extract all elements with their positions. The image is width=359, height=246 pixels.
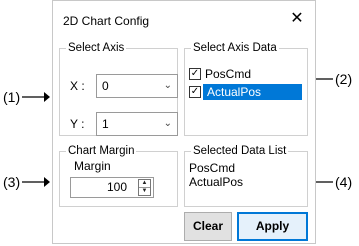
x-axis-row: X : 0 ⌄: [70, 74, 178, 98]
clear-button[interactable]: Clear: [184, 212, 232, 241]
chevron-down-icon: ⌄: [163, 118, 172, 129]
x-axis-value: 0: [102, 79, 109, 93]
callout-3: (3): [3, 174, 51, 190]
arrow-right-icon: [22, 92, 51, 102]
y-axis-value: 1: [102, 117, 109, 131]
axis-data-item-actualpos[interactable]: ✓ ActualPos: [189, 83, 302, 100]
x-axis-combo[interactable]: 0 ⌄: [96, 74, 178, 98]
x-axis-label: X :: [70, 79, 85, 93]
callout-1-label: (1): [3, 89, 21, 105]
axis-data-item-label: PosCmd: [205, 66, 252, 81]
y-axis-label: Y :: [70, 117, 85, 131]
selected-data-list-group: Selected Data List PosCmd ActualPos: [184, 145, 308, 207]
chart-margin-legend: Chart Margin: [68, 145, 135, 157]
data-list-item: ActualPos: [189, 175, 244, 189]
spin-up-icon[interactable]: ▲: [139, 180, 150, 188]
callout-2-label: (2): [335, 71, 353, 87]
apply-button[interactable]: Apply: [237, 212, 308, 241]
margin-stepper[interactable]: 100 ▲ ▼: [70, 177, 154, 198]
chevron-down-icon: ⌄: [163, 80, 172, 91]
margin-label: Margin: [74, 159, 111, 173]
select-axis-data-group: Select Axis Data ✓ PosCmd ✓ ActualPos: [184, 42, 308, 136]
select-axis-group: Select Axis X : 0 ⌄ Y : 1 ⌄: [59, 42, 178, 136]
callout-4-label: (4): [335, 174, 353, 190]
y-axis-row: Y : 1 ⌄: [70, 112, 178, 136]
callout-3-label: (3): [3, 174, 21, 190]
margin-value[interactable]: 100: [75, 178, 135, 197]
checkbox-checked-icon[interactable]: ✓: [189, 67, 201, 80]
selected-data-list-legend: Selected Data List: [193, 145, 287, 157]
axis-data-item-poscmd[interactable]: ✓ PosCmd: [189, 65, 253, 82]
select-axis-legend: Select Axis: [68, 42, 125, 54]
close-icon: ✕: [290, 10, 304, 27]
spin-down-icon[interactable]: ▼: [139, 188, 150, 195]
chart-margin-group: Chart Margin Margin 100 ▲ ▼: [59, 145, 178, 207]
arrow-right-icon: [22, 177, 51, 187]
chart-config-dialog: 2D Chart Config ✕ Select Axis X : 0 ⌄ Y …: [52, 0, 316, 244]
axis-data-item-label: ActualPos: [203, 83, 302, 100]
y-axis-combo[interactable]: 1 ⌄: [96, 112, 178, 136]
spin-buttons: ▲ ▼: [138, 179, 151, 196]
select-axis-data-legend: Select Axis Data: [193, 42, 277, 54]
callout-1: (1): [3, 89, 51, 105]
checkbox-checked-icon[interactable]: ✓: [189, 85, 201, 98]
dialog-title: 2D Chart Config: [63, 14, 150, 28]
data-list-item: PosCmd: [189, 161, 236, 175]
close-button[interactable]: ✕: [285, 7, 309, 31]
